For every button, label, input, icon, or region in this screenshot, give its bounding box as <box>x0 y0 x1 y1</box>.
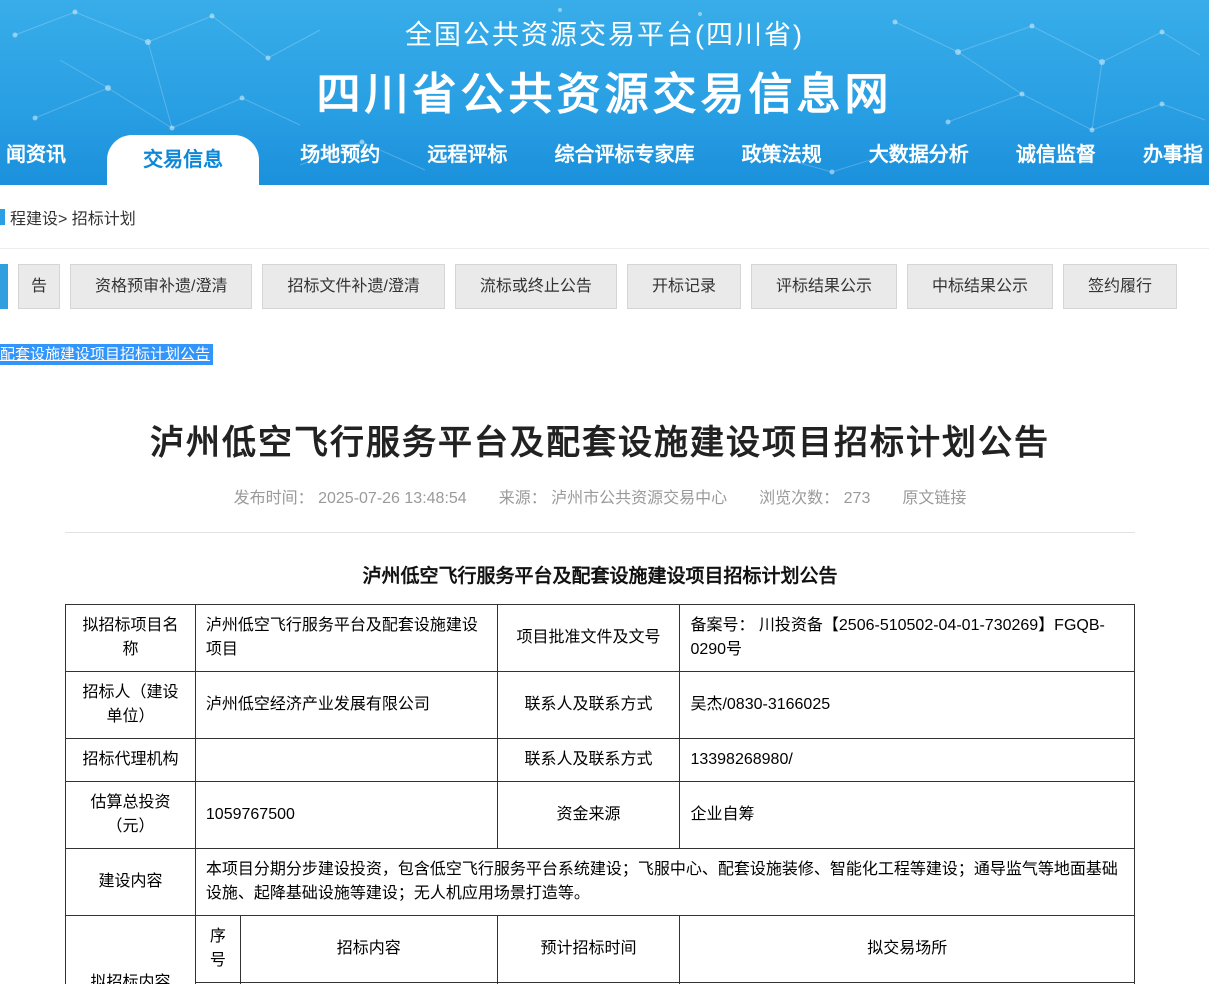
approval-doc-value: 备案号： 川投资备【2506-510502-04-01-730269】FGQB-… <box>680 605 1135 672</box>
contact-value-1: 吴杰/0830-3166025 <box>680 672 1135 739</box>
tab-evaluation-result[interactable]: 评标结果公示 <box>751 264 897 309</box>
article-title: 泸州低空飞行服务平台及配套设施建设项目招标计划公告 <box>65 415 1135 464</box>
location-icon <box>0 209 5 225</box>
source-value: 泸州市公共资源交易中心 <box>551 490 727 507</box>
tab-contract-performance[interactable]: 签约履行 <box>1063 264 1177 309</box>
project-name-label: 拟招标项目名称 <box>66 605 196 672</box>
banner: 全国公共资源交易平台(四川省) 四川省公共资源交易信息网 <box>0 0 1209 122</box>
article-container: 泸州低空飞行服务平台及配套设施建设项目招标计划公告 发布时间： 2025-07-… <box>65 415 1135 984</box>
tab-doc-supplement[interactable]: 招标文件补遗/澄清 <box>262 264 444 309</box>
article-meta: 发布时间： 2025-07-26 13:48:54 来源： 泸州市公共资源交易中心… <box>65 484 1135 508</box>
construction-label: 建设内容 <box>66 849 196 916</box>
project-name-value: 泸州低空飞行服务平台及配套设施建设项目 <box>195 605 497 672</box>
site-title: 四川省公共资源交易信息网 <box>0 58 1209 122</box>
nav-item-integrity[interactable]: 诚信监督 <box>1010 125 1102 185</box>
nav-item-expert-database[interactable]: 综合评标专家库 <box>549 125 701 185</box>
original-link[interactable]: 原文链接 <box>902 490 966 507</box>
contact-label-1: 联系人及联系方式 <box>497 672 680 739</box>
platform-name: 全国公共资源交易平台(四川省) <box>0 13 1209 52</box>
bidder-value: 泸州低空经济产业发展有限公司 <box>195 672 497 739</box>
tab-opening-record[interactable]: 开标记录 <box>627 264 741 309</box>
bidder-label: 招标人（建设单位） <box>66 672 196 739</box>
table-row: 招标代理机构 联系人及联系方式 13398268980/ <box>66 739 1135 782</box>
table-row: 招标人（建设单位） 泸州低空经济产业发展有限公司 联系人及联系方式 吴杰/083… <box>66 672 1135 739</box>
construction-content: 本项目分期分步建设投资，包含低空飞行服务平台系统建设；飞服中心、配套设施装修、智… <box>195 849 1134 916</box>
publish-group: 发布时间： 2025-07-26 13:48:54 <box>234 490 467 507</box>
tab-winning-result[interactable]: 中标结果公示 <box>907 264 1053 309</box>
bid-plan-table: 拟招标项目名称 泸州低空飞行服务平台及配套设施建设项目 项目批准文件及文号 备案… <box>65 604 1135 984</box>
announcement-link-highlighted[interactable]: 配套设施建设项目招标计划公告 <box>0 344 213 365</box>
nav-item-service-guide[interactable]: 办事指 <box>1137 125 1209 185</box>
investment-label: 估算总投资（元） <box>66 782 196 849</box>
table-row: 拟招标内容 序号 招标内容 预计招标时间 拟交易场所 <box>66 916 1135 983</box>
bid-content-label: 拟招标内容 <box>66 916 196 984</box>
investment-value: 1059767500 <box>195 782 497 849</box>
table-row: 建设内容 本项目分期分步建设投资，包含低空飞行服务平台系统建设；飞服中心、配套设… <box>66 849 1135 916</box>
tab-bid-plan-active-cut[interactable] <box>0 264 8 309</box>
views-label: 浏览次数： <box>759 490 839 507</box>
funding-source-value: 企业自筹 <box>680 782 1135 849</box>
table-row: 拟招标项目名称 泸州低空飞行服务平台及配套设施建设项目 项目批准文件及文号 备案… <box>66 605 1135 672</box>
tab-failure-termination[interactable]: 流标或终止公告 <box>455 264 617 309</box>
divider <box>65 532 1135 533</box>
inner-header-venue: 拟交易场所 <box>680 916 1135 983</box>
nav-item-big-data[interactable]: 大数据分析 <box>863 125 975 185</box>
nav-item-policy[interactable]: 政策法规 <box>736 125 828 185</box>
publish-label: 发布时间： <box>234 490 314 507</box>
category-tabs: 告 资格预审补遗/澄清 招标文件补遗/澄清 流标或终止公告 开标记录 评标结果公… <box>0 264 1209 309</box>
publish-time: 2025-07-26 13:48:54 <box>318 490 467 507</box>
contact-label-2: 联系人及联系方式 <box>497 739 680 782</box>
breadcrumb-text[interactable]: 程建设> 招标计划 <box>10 205 136 229</box>
tab-prequal-supplement[interactable]: 资格预审补遗/澄清 <box>70 264 252 309</box>
site-header: 全国公共资源交易平台(四川省) 四川省公共资源交易信息网 闻资讯 交易信息 场地… <box>0 0 1209 185</box>
nav-item-venue-booking[interactable]: 场地预约 <box>294 125 386 185</box>
breadcrumb: 程建设> 招标计划 <box>0 185 1209 249</box>
table-row: 估算总投资（元） 1059767500 资金来源 企业自筹 <box>66 782 1135 849</box>
views-group: 浏览次数： 273 <box>759 490 870 507</box>
contact-value-2: 13398268980/ <box>680 739 1135 782</box>
approval-doc-label: 项目批准文件及文号 <box>497 605 680 672</box>
main-nav: 闻资讯 交易信息 场地预约 远程评标 综合评标专家库 政策法规 大数据分析 诚信… <box>0 125 1209 185</box>
source-group: 来源： 泸州市公共资源交易中心 <box>499 490 727 507</box>
views-count: 273 <box>844 490 871 507</box>
inner-header-seq: 序号 <box>195 916 240 983</box>
nav-item-remote-evaluation[interactable]: 远程评标 <box>421 125 513 185</box>
funding-source-label: 资金来源 <box>497 782 680 849</box>
inner-header-content: 招标内容 <box>240 916 497 983</box>
tab-announcement-cut[interactable]: 告 <box>18 264 60 309</box>
inner-header-time: 预计招标时间 <box>497 916 680 983</box>
nav-item-trade-info[interactable]: 交易信息 <box>107 135 259 185</box>
nav-item-news[interactable]: 闻资讯 <box>0 125 72 185</box>
agency-label: 招标代理机构 <box>66 739 196 782</box>
agency-value <box>195 739 497 782</box>
source-label: 来源： <box>499 490 547 507</box>
table-title: 泸州低空飞行服务平台及配套设施建设项目招标计划公告 <box>65 561 1135 588</box>
